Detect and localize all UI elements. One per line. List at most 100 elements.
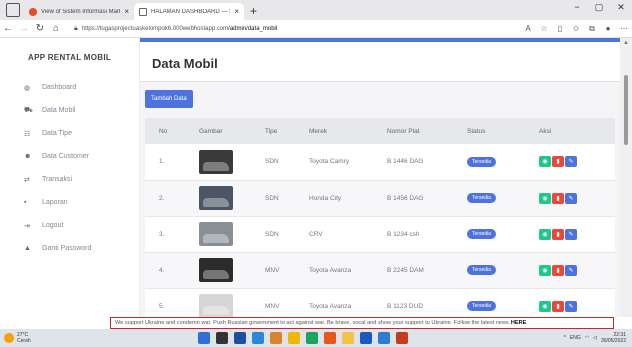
users-icon: ☻ — [24, 153, 32, 160]
tab-close-icon[interactable]: × — [234, 7, 239, 16]
tab-title: HALAMAN DASHBOARD — Sist — [151, 8, 231, 15]
delete-button[interactable]: ▮ — [552, 300, 564, 312]
car-image — [199, 186, 233, 210]
url-field[interactable]: 🔒︎ https://tugasprojectuaskelompok6.000w… — [70, 22, 514, 36]
sidebar-item-data-customer[interactable]: ☻ Data Customer — [0, 145, 139, 168]
sidebar-item-dashboard[interactable]: ◍ Dashboard — [0, 76, 139, 99]
window-controls: − ▢ ✕ — [566, 2, 632, 13]
view-button[interactable]: ◉ — [539, 264, 551, 276]
sidebar-item-label: Dashboard — [42, 84, 77, 91]
cell-no: 5. — [145, 288, 199, 317]
column-header: Status — [467, 118, 539, 144]
sidebar-item-transaksi[interactable]: ⇄ Transaksi — [0, 168, 139, 191]
view-button[interactable]: ◉ — [539, 192, 551, 204]
view-button[interactable]: ◉ — [539, 228, 551, 240]
clipboard-icon: ▪ — [24, 199, 27, 206]
clock[interactable]: 22:31 30/05/2022 — [601, 332, 626, 344]
reload-button[interactable]: ↻ — [32, 23, 48, 34]
browser-tab-1[interactable]: HALAMAN DASHBOARD — Sist × — [134, 3, 244, 20]
delete-button[interactable]: ▮ — [552, 228, 564, 240]
cell-aksi: ◉ ▮ ✎ — [539, 252, 615, 289]
tab-close-icon[interactable]: × — [124, 7, 129, 16]
delete-button[interactable]: ▮ — [552, 156, 564, 168]
taskbar-app-icon[interactable] — [324, 332, 336, 344]
edit-button[interactable]: ✎ — [565, 264, 577, 276]
wifi-icon[interactable]: ◠ — [585, 335, 589, 341]
cell-tipe: MNV — [265, 288, 309, 317]
lock-icon: ▲ — [24, 245, 31, 252]
delete-button[interactable]: ▮ — [552, 192, 564, 204]
add-data-button[interactable]: Tambah Data — [145, 90, 193, 108]
cell-status: Tersedia — [467, 144, 539, 181]
window-menu-icon[interactable] — [6, 3, 20, 17]
scroll-up-icon[interactable]: ▲ — [623, 40, 629, 46]
sidebar-item-label: Ganti Password — [42, 245, 92, 252]
taskbar-app-icon[interactable] — [306, 332, 318, 344]
sidebar-item-laporan[interactable]: ▪ Laporan — [0, 191, 139, 214]
edit-button[interactable]: ✎ — [565, 228, 577, 240]
status-badge: Tersedia — [467, 301, 496, 311]
taskbar-app-icon[interactable] — [360, 332, 372, 344]
delete-button[interactable]: ▮ — [552, 264, 564, 276]
sun-icon — [4, 333, 14, 343]
view-button[interactable]: ◉ — [539, 300, 551, 312]
sidebar-item-ganti-password[interactable]: ▲ Ganti Password — [0, 237, 139, 260]
back-button[interactable]: ← — [0, 23, 16, 34]
cell-no: 2. — [145, 180, 199, 217]
edit-button[interactable]: ✎ — [565, 156, 577, 168]
minimize-button[interactable]: − — [566, 2, 588, 13]
cell-plat: B 1234 csh — [387, 216, 467, 253]
volume-icon[interactable]: ◁ — [593, 335, 597, 341]
edit-button[interactable]: ✎ — [565, 300, 577, 312]
taskbar-app-icon[interactable] — [288, 332, 300, 344]
table-row: 4. MNV Toyota Avanza B 2245 DAM Tersedia ◉ ▮ ✎ — [145, 252, 615, 289]
edit-button[interactable]: ✎ — [565, 192, 577, 204]
language-indicator[interactable]: ENG — [570, 335, 581, 341]
home-button[interactable]: ⌂ — [48, 23, 64, 34]
cell-status: Tersedia — [467, 180, 539, 217]
weather-widget[interactable]: 27°C Cerah — [0, 332, 80, 344]
profile-icon[interactable]: ● — [600, 24, 616, 34]
sidebar-item-data-tipe[interactable]: ☷ Data Tipe — [0, 122, 139, 145]
favorites-icon[interactable]: ✩ — [568, 24, 584, 34]
banner-link[interactable]: HERE — [511, 320, 527, 326]
windows-taskbar: 27°C Cerah ^ ENG ◠ ◁ 22:31 30/05/2022 — [0, 329, 632, 347]
system-tray: ^ ENG ◠ ◁ 22:31 30/05/2022 — [564, 332, 626, 344]
action-buttons: ◉ ▮ ✎ — [539, 228, 615, 240]
sidebar-item-label: Data Tipe — [42, 130, 72, 137]
taskbar-app-icon[interactable] — [234, 332, 246, 344]
favorite-star-icon[interactable]: ☆ — [536, 24, 552, 34]
view-button[interactable]: ◉ — [539, 156, 551, 168]
taskbar-apps — [198, 332, 408, 344]
close-window-button[interactable]: ✕ — [610, 2, 632, 13]
taskbar-app-icon[interactable] — [252, 332, 264, 344]
maximize-button[interactable]: ▢ — [588, 2, 610, 13]
taskbar-app-icon[interactable] — [378, 332, 390, 344]
ukraine-support-banner: We support Ukraine and condemn war. Push… — [110, 317, 614, 329]
taskbar-app-icon[interactable] — [270, 332, 282, 344]
scrollbar-thumb[interactable] — [624, 75, 628, 145]
collections-icon[interactable]: ⧉ — [584, 24, 600, 34]
tab-favicon-icon — [29, 7, 37, 16]
read-aloud-icon[interactable]: A — [520, 24, 536, 34]
car-image — [199, 294, 233, 317]
more-menu-icon[interactable]: ⋯ — [616, 24, 632, 34]
sidebar-item-label: Transaksi — [42, 176, 73, 183]
cell-no: 1. — [145, 144, 199, 181]
taskbar-app-icon[interactable] — [216, 332, 228, 344]
taskbar-app-icon[interactable] — [198, 332, 210, 344]
taskbar-app-icon[interactable] — [342, 332, 354, 344]
forward-button[interactable]: → — [16, 23, 32, 34]
cars-table: No Gambar Tipe Merek Nomor Plat Status A… — [145, 118, 615, 317]
sidebar-item-data-mobil[interactable]: ⛟ Data Mobil — [0, 99, 139, 122]
sidebar-item-logout[interactable]: ⇥ Logout — [0, 214, 139, 237]
taskbar-app-icon[interactable] — [396, 332, 408, 344]
page-scrollbar[interactable]: ▲ — [620, 38, 632, 317]
clock-date: 30/05/2022 — [600, 338, 626, 344]
split-screen-icon[interactable]: ▯ — [552, 24, 568, 34]
new-tab-button[interactable]: + — [244, 4, 263, 20]
cell-tipe: SDN — [265, 216, 309, 253]
chevron-up-icon[interactable]: ^ — [564, 335, 566, 341]
cell-merek: Toyota Avanza — [309, 288, 387, 317]
browser-tab-0[interactable]: View of Sistem Informasi Market × — [24, 3, 134, 20]
